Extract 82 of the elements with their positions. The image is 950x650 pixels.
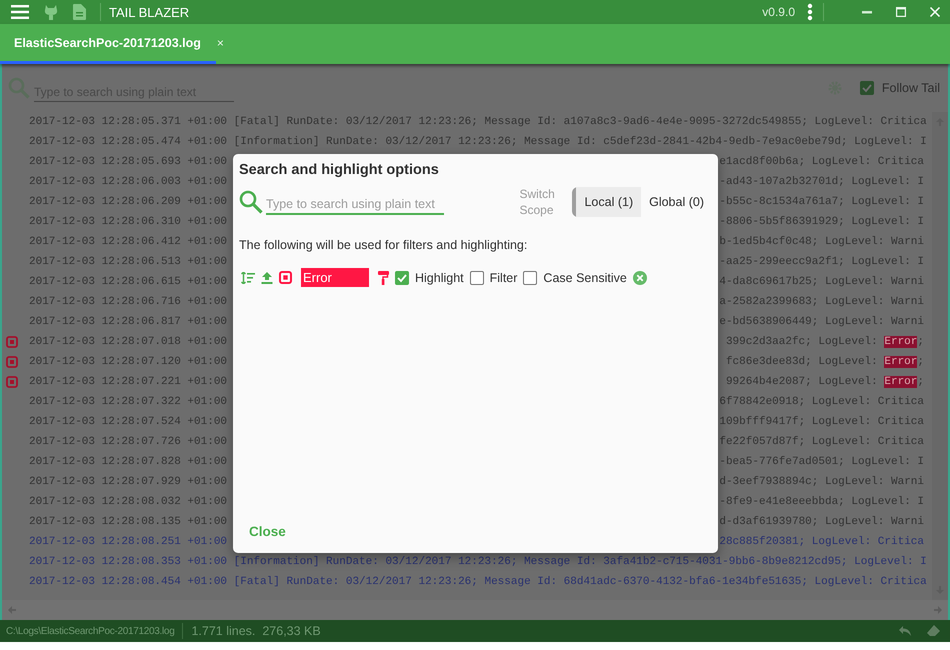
log-line-text: 4-da8c69617b25; LogLevel: Warni bbox=[719, 276, 924, 288]
option-checkbox[interactable] bbox=[523, 270, 538, 284]
sort-icon[interactable] bbox=[241, 272, 255, 284]
log-line-text: fe22f057d87f; LogLevel: Critica bbox=[719, 436, 924, 448]
log-line-text: 2017-12-03 12:28:06.513 +01:00 bbox=[29, 256, 228, 268]
log-line-text: 2017-12-03 12:28:08.251 +01:00 bbox=[29, 536, 228, 548]
log-line-text: 2017-12-03 12:28:07.828 +01:00 bbox=[29, 456, 228, 468]
follow-tail-checkbox[interactable] bbox=[860, 81, 874, 95]
scope-toggle[interactable]: Global (0) bbox=[641, 187, 712, 217]
option-label: Filter bbox=[490, 270, 518, 284]
log-line-text: 2017-12-03 12:28:08.353 +01:00 [Information] RunDate: 03/12/2017 12:23:26; Message Id: 3afa41b2-c715-4031-9bb6-8b9e8212cd95; LogLevel: I bbox=[29, 556, 927, 568]
menu-icon[interactable] bbox=[11, 5, 29, 19]
log-line-text: -8fe9-e41e8eeebbda; LogLevel: I bbox=[719, 496, 924, 508]
log-line-text: b-1ed5b4cf0c48; LogLevel: Warni bbox=[719, 236, 924, 248]
log-line-text: 28c885f20381; LogLevel: Critica bbox=[719, 536, 924, 548]
horizontal-scrollbar[interactable] bbox=[2, 600, 948, 620]
log-line-text: 2017-12-03 12:28:05.371 +01:00 [Fatal] RunDate: 03/12/2017 12:23:26; Message Id: a107a8c3-9ad6-4e4e-9095-3272dc549855; LogLevel: Critica bbox=[29, 116, 927, 128]
term-field[interactable]: Error bbox=[301, 268, 369, 287]
eraser-icon[interactable] bbox=[926, 625, 940, 637]
log-line-text: 2017-12-03 12:28:07.322 +01:00 bbox=[29, 396, 228, 408]
log-line-text: 2017-12-03 12:28:07.929 +01:00 bbox=[29, 476, 228, 488]
log-line-text: 2017-12-03 12:28:06.209 +01:00 bbox=[29, 196, 228, 208]
minimize-icon[interactable] bbox=[862, 10, 872, 14]
log-line-text: 2017-12-03 12:28:06.716 +01:00 bbox=[29, 296, 228, 308]
log-line-text: 109bfff9417f; LogLevel: Critica bbox=[719, 416, 924, 428]
description-text: The following will be used for filters and highlighting: bbox=[239, 238, 528, 252]
log-line-text: e1acd8f00b6a; LogLevel: Critica bbox=[719, 156, 924, 168]
file-path: C:\Logs\ElasticSearchPoc-20171203.log bbox=[6, 626, 174, 636]
search-icon bbox=[239, 190, 263, 214]
more-icon[interactable] bbox=[807, 3, 813, 21]
log-line-text: 2017-12-03 12:28:06.817 +01:00 bbox=[29, 316, 228, 328]
log-line-text: -aa25-299eecc9a2f1; LogLevel: I bbox=[719, 256, 924, 268]
log-line-text: d-3eef7938894c; LogLevel: Warni bbox=[719, 476, 924, 488]
log-line-text: 2017-12-03 12:28:08.454 +01:00 [Fatal] RunDate: 03/12/2017 12:23:26; Message Id: 68d41adc-6370-4132-bfa6-1e34bfe51635; LogLevel: Critica bbox=[29, 576, 927, 588]
log-line-text: 2017-12-03 12:28:05.693 +01:00 bbox=[29, 156, 228, 168]
tab-close-button[interactable]: × bbox=[216, 36, 224, 50]
log-line-text: a-2582a2399683; LogLevel: Warni bbox=[719, 296, 924, 308]
app-title: TAIL BLAZER bbox=[109, 4, 190, 20]
dialog-title: Search and highlight options bbox=[239, 162, 440, 178]
log-line-text: 2017-12-03 12:28:06.615 +01:00 bbox=[29, 276, 228, 288]
log-line-text: e-bd5638906449; LogLevel: Warni bbox=[719, 316, 924, 328]
log-line-text: 2017-12-03 12:28:07.221 +01:00 bbox=[29, 376, 228, 388]
version-label: v0.9.0 bbox=[762, 5, 795, 19]
log-line-text: 2017-12-03 12:28:07.120 +01:00 bbox=[29, 356, 228, 368]
cat-icon[interactable] bbox=[43, 4, 59, 20]
paint-roller-icon[interactable] bbox=[378, 270, 389, 284]
undo-icon[interactable] bbox=[898, 626, 912, 636]
log-line-text: -b55c-8c1534a761a7; LogLevel: I bbox=[719, 196, 924, 208]
close-icon[interactable] bbox=[930, 7, 940, 17]
file-summary: 1.771 lines. 276,33 KB bbox=[191, 624, 321, 638]
log-line-text: 2017-12-03 12:28:08.135 +01:00 bbox=[29, 516, 228, 528]
follow-tail-label: Follow Tail bbox=[882, 81, 940, 95]
log-line-text: 2017-12-03 12:28:08.032 +01:00 bbox=[29, 496, 228, 508]
log-line-text: 399c2d3aa2fc; LogLevel: Error; bbox=[726, 336, 924, 348]
log-line-text: 2017-12-03 12:28:07.524 +01:00 bbox=[29, 416, 228, 428]
log-line-text: 2017-12-03 12:28:05.474 +01:00 [Information] RunDate: 03/12/2017 12:23:26; Message Id: c5def23d-2841-42b4-9edb-7e9ac0ebe79d; LogLevel: I bbox=[29, 136, 927, 148]
upload-icon[interactable] bbox=[261, 272, 273, 284]
document-icon[interactable] bbox=[73, 4, 86, 20]
log-line-text: d-d3af61939780; LogLevel: Warni bbox=[719, 516, 924, 528]
search-field[interactable]: Type to search using plain text bbox=[266, 189, 444, 215]
scope-label: Switch Scope bbox=[519, 186, 556, 218]
close-button[interactable]: Close bbox=[239, 520, 296, 543]
vertical-scrollbar[interactable] bbox=[932, 112, 948, 600]
scope-toggle[interactable]: Local (1) bbox=[576, 187, 642, 217]
log-line-text: 2017-12-03 12:28:06.310 +01:00 bbox=[29, 216, 228, 228]
option-checkbox[interactable] bbox=[470, 270, 484, 284]
option-checkbox[interactable] bbox=[395, 270, 409, 284]
log-line-text: 2017-12-03 12:28:06.412 +01:00 bbox=[29, 236, 228, 248]
log-line-text: 2017-12-03 12:28:06.003 +01:00 bbox=[29, 176, 228, 188]
log-line-text: 6f78842e0918; LogLevel: Critica bbox=[719, 396, 924, 408]
option-label: Highlight bbox=[415, 270, 464, 284]
log-line-text: 2017-12-03 12:28:07.018 +01:00 bbox=[29, 336, 228, 348]
option-label: Case Sensitive bbox=[543, 270, 627, 284]
stop-icon[interactable] bbox=[279, 271, 292, 284]
maximize-icon[interactable] bbox=[896, 7, 906, 17]
log-line-text: 2017-12-03 12:28:07.726 +01:00 bbox=[29, 436, 228, 448]
log-line-text: -bea5-776fe7ad0501; LogLevel: I bbox=[719, 456, 924, 468]
remove-icon[interactable] bbox=[632, 270, 647, 284]
log-line-text: -ad43-107a2b32701d; LogLevel: I bbox=[719, 176, 924, 188]
log-line-text: 99264b4e2087; LogLevel: Error; bbox=[726, 376, 924, 388]
log-line-text: -8806-5b5f86391929; LogLevel: I bbox=[719, 216, 924, 228]
log-line-text: fc86e3dee83d; LogLevel: Error; bbox=[726, 356, 924, 368]
